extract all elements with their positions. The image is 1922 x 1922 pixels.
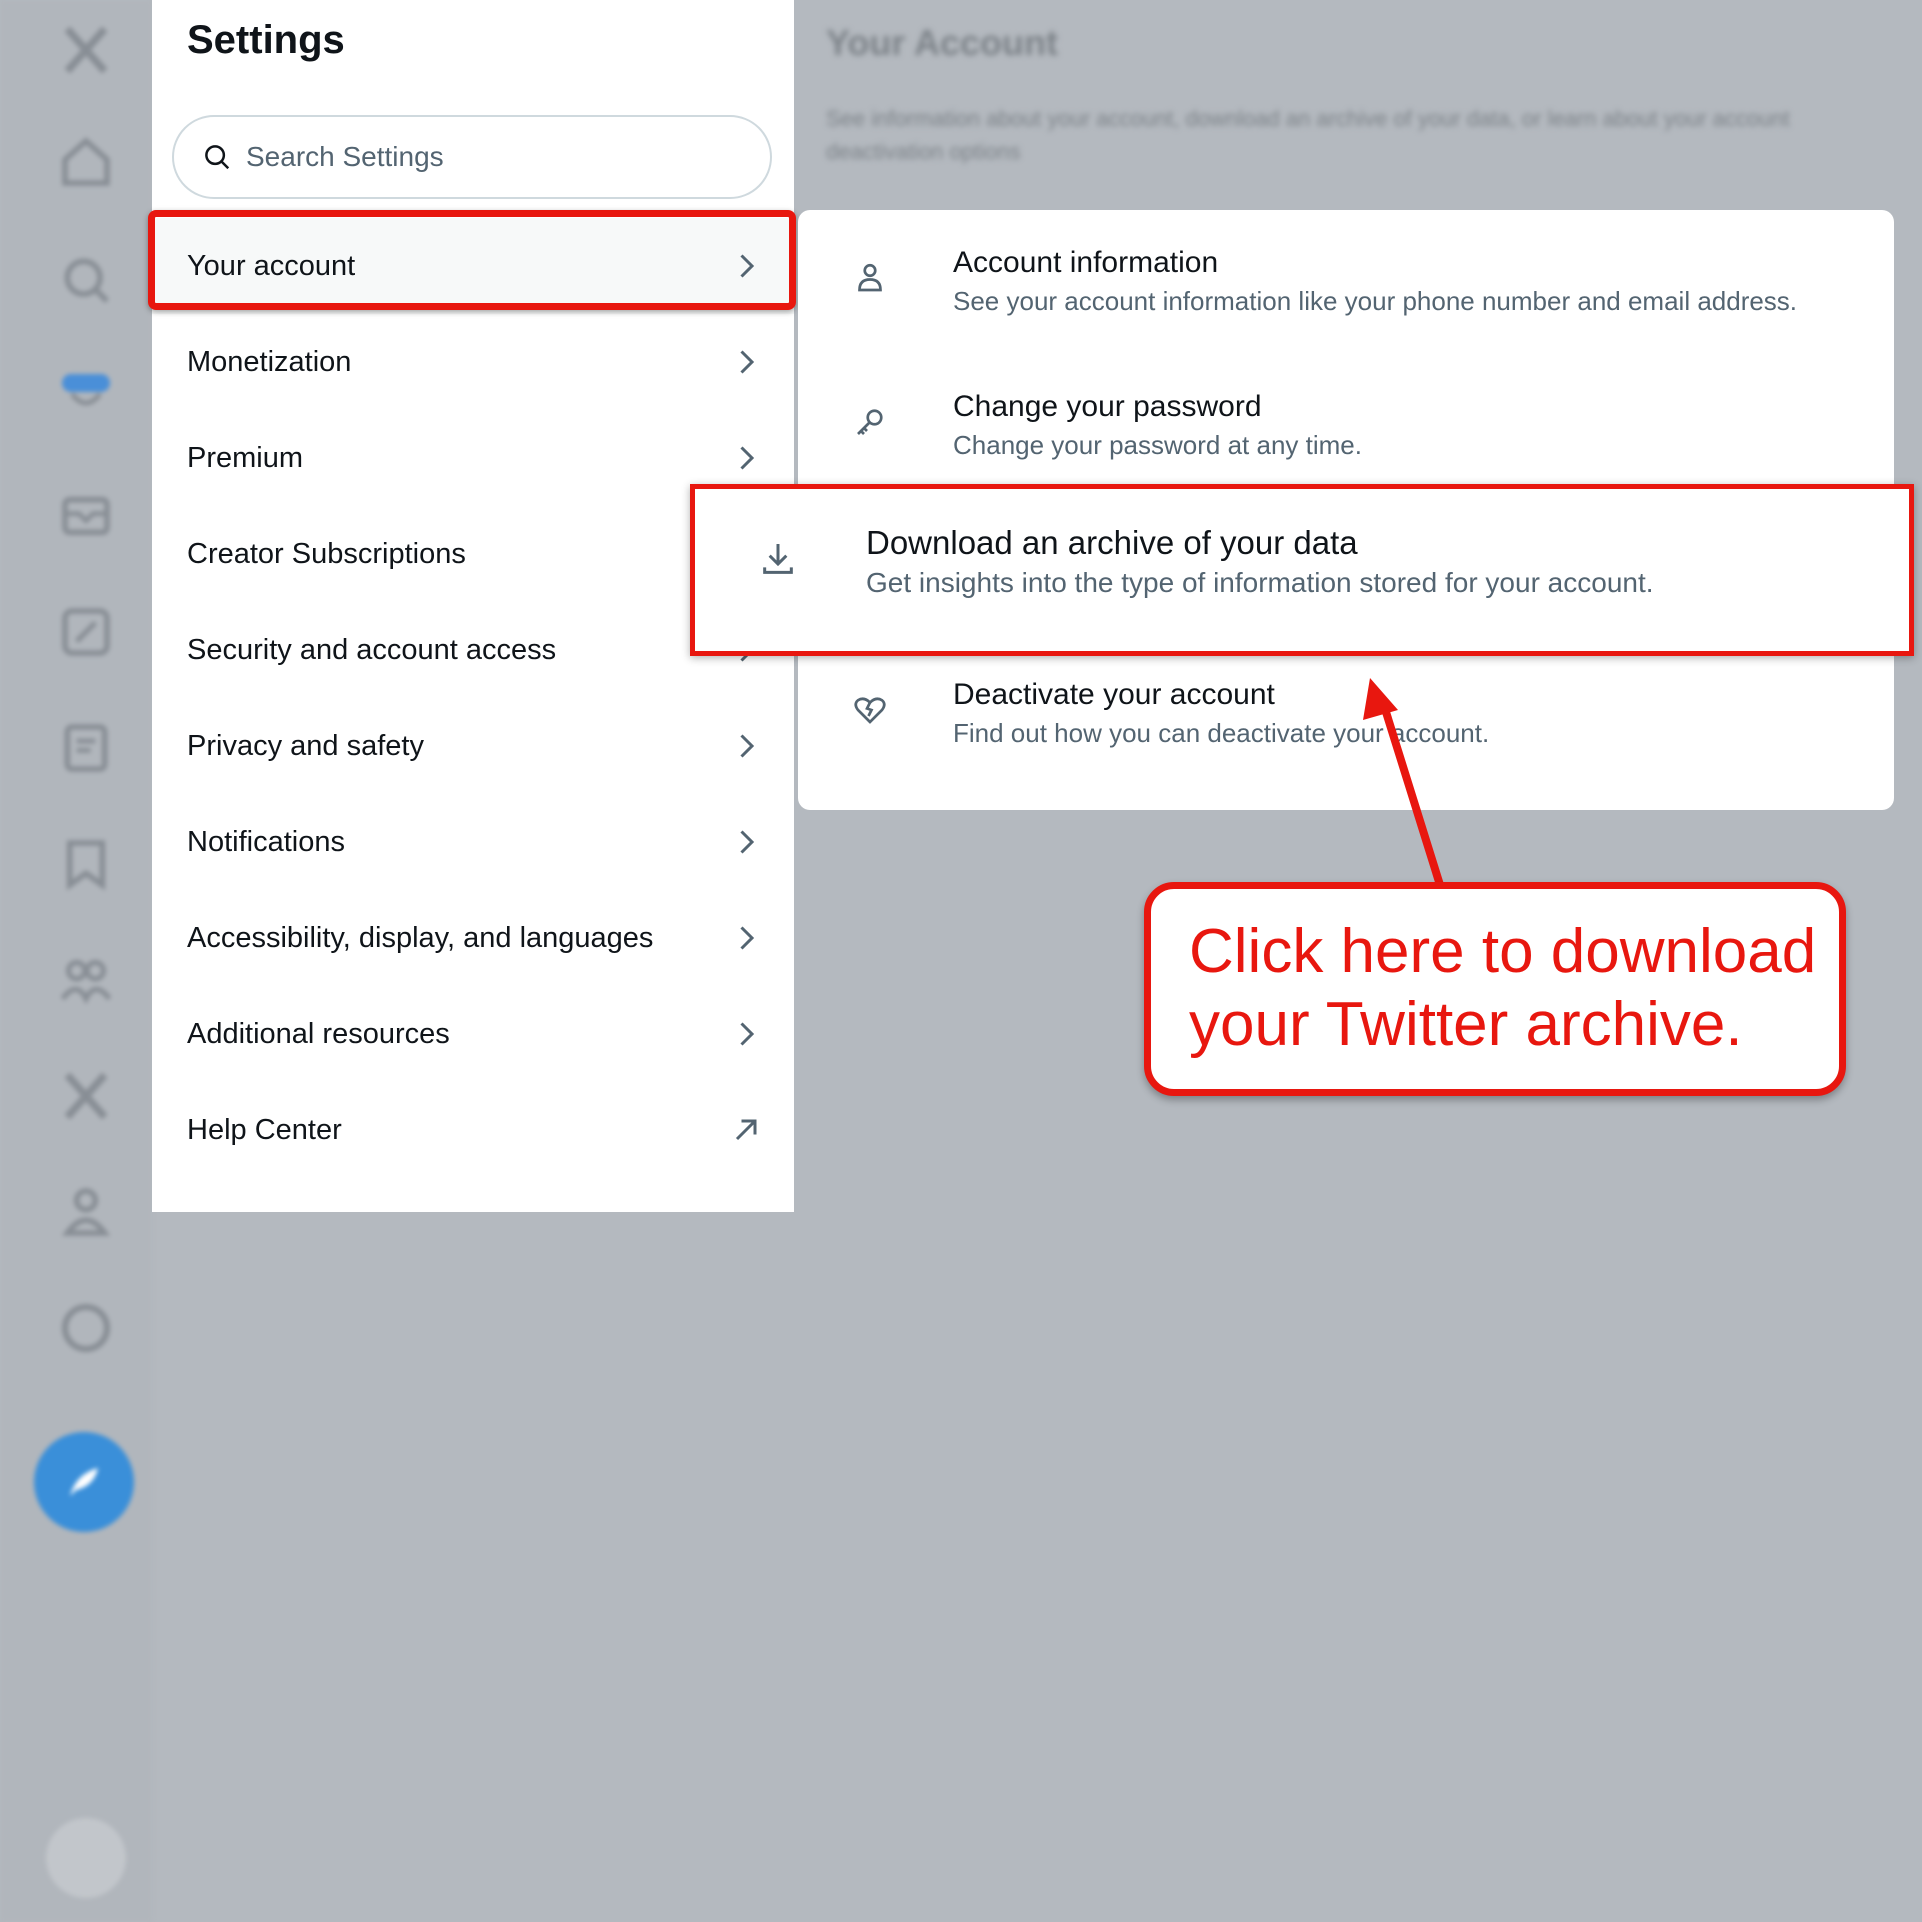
- person-icon: [858, 263, 882, 292]
- change-password-item[interactable]: Change your password Change your passwor…: [798, 354, 1894, 498]
- callout-box: Click here to download your Twitter arch…: [1144, 882, 1846, 1096]
- more-icon[interactable]: [54, 1296, 118, 1360]
- chevron-right-icon: [740, 926, 755, 950]
- notifications-icon[interactable]: [44, 360, 128, 424]
- callout-line-1: Click here to download: [1189, 917, 1817, 986]
- profile-icon[interactable]: [54, 1180, 118, 1244]
- messages-icon[interactable]: [54, 484, 118, 548]
- compose-button[interactable]: [34, 1432, 134, 1532]
- search-box[interactable]: [172, 115, 772, 199]
- lists-icon[interactable]: [54, 716, 118, 780]
- item-title: Account information: [953, 246, 1219, 279]
- home-icon[interactable]: [54, 130, 118, 194]
- broken-heart-icon: [854, 697, 886, 724]
- grok-icon[interactable]: [54, 600, 118, 664]
- menu-item-label: Privacy and safety: [187, 729, 424, 762]
- chevron-right-icon: [740, 254, 755, 278]
- account-header: Your Account See information about your …: [826, 22, 1896, 168]
- menu-item-notifications[interactable]: Notifications: [152, 794, 794, 890]
- item-description: See your account information like your p…: [953, 286, 1798, 316]
- account-title: Your Account: [826, 22, 1058, 63]
- item-description: Find out how you can deactivate your acc…: [953, 718, 1490, 748]
- item-description: Change your password at any time.: [953, 430, 1362, 460]
- chevron-right-icon: [740, 830, 755, 854]
- item-description: Get insights into the type of informatio…: [866, 567, 1654, 598]
- feather-icon: [70, 1468, 98, 1496]
- chevron-right-icon: [740, 1022, 755, 1046]
- external-link-icon: [735, 1119, 757, 1141]
- explore-icon[interactable]: [54, 248, 118, 312]
- menu-item-label: Accessibility, display, and languages: [187, 921, 654, 954]
- menu-item-additional-resources[interactable]: Additional resources: [152, 986, 794, 1082]
- x-logo-icon[interactable]: [54, 18, 118, 82]
- communities-icon[interactable]: [54, 948, 118, 1012]
- menu-item-your-account[interactable]: Your account: [152, 218, 794, 314]
- search-icon: [205, 145, 230, 170]
- menu-item-monetization[interactable]: Monetization: [152, 314, 794, 410]
- chevron-right-icon: [740, 446, 755, 470]
- search-input[interactable]: [244, 140, 768, 174]
- item-title: Deactivate your account: [953, 678, 1275, 711]
- menu-item-label: Help Center: [187, 1113, 342, 1146]
- chevron-right-icon: [740, 350, 755, 374]
- menu-item-help-center[interactable]: Help Center: [152, 1082, 794, 1178]
- avatar[interactable]: [46, 1818, 126, 1898]
- key-icon: [857, 409, 883, 435]
- account-description: See information about your account, down…: [826, 106, 1790, 164]
- item-title: Download an archive of your data: [866, 524, 1358, 561]
- menu-item-label: Additional resources: [187, 1017, 450, 1050]
- menu-item-privacy[interactable]: Privacy and safety: [152, 698, 794, 794]
- download-archive-item[interactable]: Download an archive of your data Get ins…: [690, 484, 1914, 656]
- deactivate-account-item[interactable]: Deactivate your account Find out how you…: [798, 642, 1894, 786]
- settings-title: Settings: [187, 18, 345, 62]
- menu-item-accessibility[interactable]: Accessibility, display, and languages: [152, 890, 794, 986]
- nav-rail: [0, 0, 152, 1922]
- callout-line-2: your Twitter archive.: [1189, 990, 1743, 1059]
- menu-item-label: Notifications: [187, 825, 345, 858]
- bookmarks-icon[interactable]: [54, 832, 118, 896]
- premium-x-icon[interactable]: [54, 1064, 118, 1128]
- menu-item-label: Your account: [187, 249, 356, 282]
- item-title: Change your password: [953, 390, 1262, 423]
- chevron-right-icon: [740, 734, 755, 758]
- download-icon: [763, 544, 793, 574]
- menu-item-label: Premium: [187, 441, 304, 474]
- menu-item-label: Monetization: [187, 345, 352, 378]
- account-information-item[interactable]: Account information See your account inf…: [798, 210, 1894, 354]
